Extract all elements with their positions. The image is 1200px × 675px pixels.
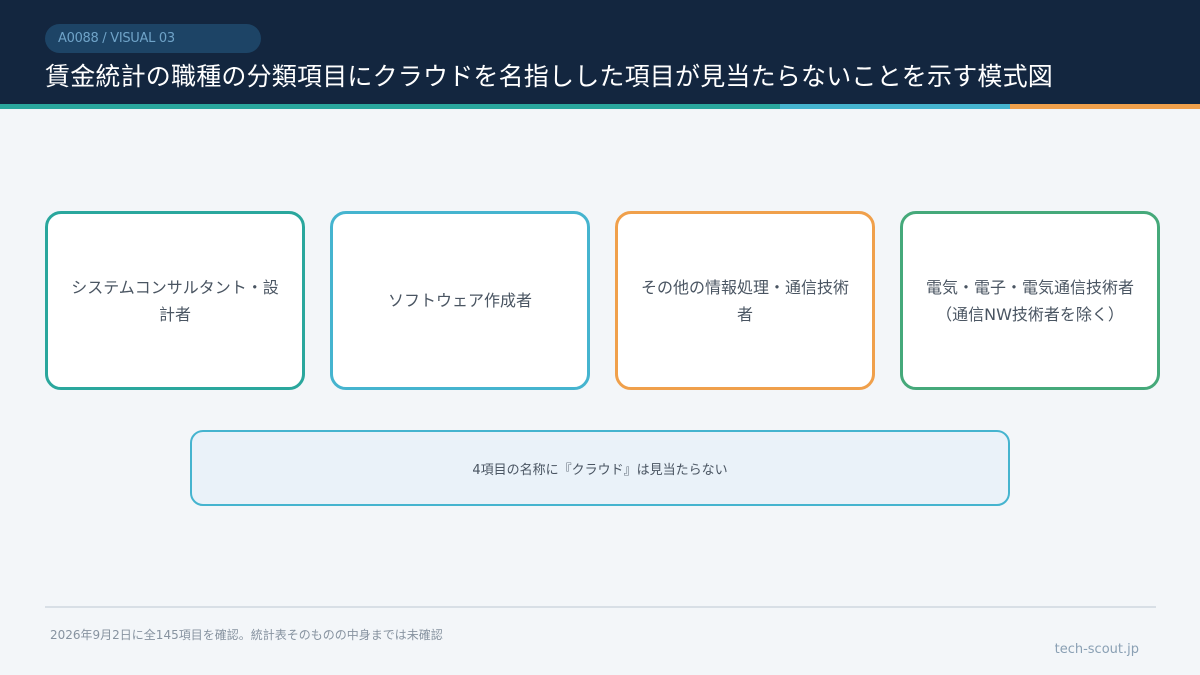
category-sublabel: （通信NW技術者を除く） <box>936 304 1124 324</box>
site-credit: tech-scout.jp <box>1054 642 1139 657</box>
accent-stripe-orange <box>1010 104 1200 109</box>
category-label: ソフトウェア作成者 <box>387 291 532 310</box>
category-card-electrical-engineer: 電気・電子・電気通信技術者 （通信NW技術者を除く） <box>900 211 1160 390</box>
category-card-system-consultant: システムコンサルタント・設計者 <box>45 211 305 390</box>
category-card-other-it: その他の情報処理・通信技術者 <box>615 211 875 390</box>
summary-note: 4項目の名称に『クラウド』は見当たらない <box>190 430 1010 506</box>
accent-stripe-cyan <box>780 104 1010 109</box>
category-label: その他の情報処理・通信技術者 <box>640 277 849 324</box>
accent-stripe-teal <box>0 104 780 109</box>
footnote: 2026年9月2日に全145項目を確認。統計表そのものの中身までは未確認 <box>50 628 443 642</box>
slide-id-badge: A0088 / VISUAL 03 <box>45 24 261 53</box>
category-label-group: 電気・電子・電気通信技術者 （通信NW技術者を除く） <box>926 274 1134 328</box>
category-label: 電気・電子・電気通信技術者 <box>925 277 1134 297</box>
footer-divider <box>45 606 1156 608</box>
category-card-software-developer: ソフトウェア作成者 <box>330 211 590 390</box>
category-label: システムコンサルタント・設計者 <box>71 277 279 324</box>
header-bar: A0088 / VISUAL 03 賃金統計の職種の分類項目にクラウドを名指しし… <box>0 0 1200 104</box>
page-title: 賃金統計の職種の分類項目にクラウドを名指しした項目が見当たらないことを示す模式図 <box>45 62 1054 91</box>
